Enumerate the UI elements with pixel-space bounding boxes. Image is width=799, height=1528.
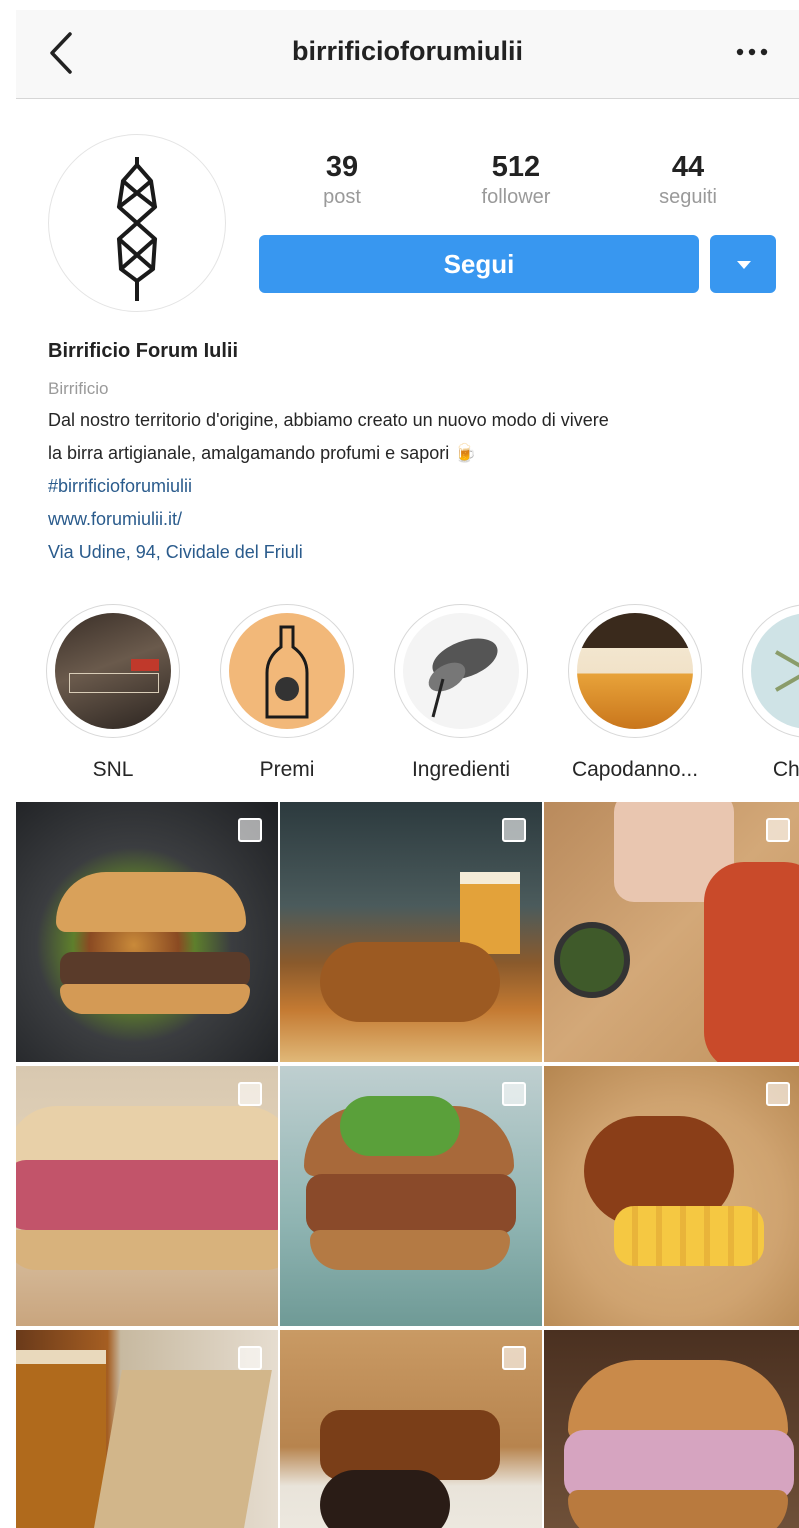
highlight-label: Capodanno... bbox=[571, 758, 699, 781]
followers-count[interactable]: 512 follower bbox=[446, 150, 586, 210]
highlight-premi[interactable]: Premi bbox=[212, 604, 362, 782]
posts-count-label: post bbox=[323, 186, 361, 208]
followers-count-label: follower bbox=[481, 186, 551, 208]
multiple-photos-icon bbox=[502, 1082, 528, 1108]
post-thumbnail[interactable] bbox=[544, 802, 799, 1062]
more-options-icon[interactable] bbox=[732, 32, 772, 72]
highlight-cover-ingredienti bbox=[403, 613, 519, 729]
post-thumbnail[interactable] bbox=[280, 1330, 542, 1528]
highlight-cover-christmas bbox=[751, 613, 799, 729]
profile-category: Birrificio bbox=[48, 379, 109, 398]
follow-button[interactable]: Segui bbox=[259, 235, 699, 293]
wheat-logo-icon bbox=[117, 157, 157, 301]
multiple-photos-icon bbox=[502, 818, 528, 844]
post-thumbnail[interactable] bbox=[544, 1330, 799, 1528]
post-thumbnail[interactable] bbox=[16, 1066, 278, 1326]
post-thumbnail[interactable] bbox=[16, 802, 278, 1062]
following-count[interactable]: 44 seguiti bbox=[618, 150, 758, 210]
bio-address-link[interactable]: Via Udine, 94, Cividale del Friuli bbox=[48, 536, 788, 569]
profile-screen: birrificioforumiulii 39 post 512 followe… bbox=[16, 10, 799, 1528]
followers-count-value: 512 bbox=[491, 151, 541, 183]
snowflake-icon bbox=[775, 650, 799, 692]
post-thumbnail[interactable] bbox=[544, 1066, 799, 1326]
highlight-capodanno[interactable]: Capodanno... bbox=[560, 604, 710, 782]
highlight-label: SNL bbox=[92, 758, 134, 781]
highlight-label: Premi bbox=[259, 758, 315, 781]
highlight-snl[interactable]: SNL bbox=[38, 604, 188, 782]
highlight-cover-snl bbox=[55, 613, 171, 729]
multiple-photos-icon bbox=[238, 1082, 264, 1108]
suggested-accounts-dropdown-button[interactable] bbox=[710, 235, 776, 293]
post-thumbnail[interactable] bbox=[16, 1330, 278, 1528]
multiple-photos-icon bbox=[766, 1082, 792, 1108]
bio-description-line-1: Dal nostro territorio d'origine, abbiamo… bbox=[48, 410, 609, 430]
multiple-photos-icon bbox=[238, 818, 264, 844]
highlight-cover-ring bbox=[568, 604, 702, 738]
hops-illustration-icon bbox=[428, 638, 498, 718]
profile-bio: Birrificio Forum Iulii Birrificio Dal no… bbox=[48, 336, 788, 569]
post-thumbnail[interactable] bbox=[280, 1066, 542, 1326]
posts-count-value: 39 bbox=[325, 151, 359, 183]
bio-hashtag-link[interactable]: #birrificioforumiulii bbox=[48, 470, 788, 503]
highlight-label: Christm bbox=[772, 758, 799, 781]
highlight-label: Ingredienti bbox=[411, 758, 511, 781]
profile-avatar[interactable] bbox=[48, 134, 226, 312]
profile-display-name: Birrificio Forum Iulii bbox=[48, 340, 239, 362]
multiple-photos-icon bbox=[766, 818, 792, 844]
highlight-ingredienti[interactable]: Ingredienti bbox=[386, 604, 536, 782]
highlight-cover-ring bbox=[394, 604, 528, 738]
bio-website-link[interactable]: www.forumiulii.it/ bbox=[48, 503, 788, 536]
profile-username-title: birrificioforumiulii bbox=[291, 36, 523, 66]
top-navigation-bar: birrificioforumiulii bbox=[16, 10, 799, 99]
highlight-cover-ring bbox=[220, 604, 354, 738]
bio-description-line-2: la birra artigianale, amalgamando profum… bbox=[48, 443, 477, 463]
highlight-cover-premi bbox=[229, 613, 345, 729]
following-count-label: seguiti bbox=[659, 186, 717, 208]
beer-bottle-icon bbox=[265, 625, 309, 719]
post-thumbnail[interactable] bbox=[280, 802, 542, 1062]
following-count-value: 44 bbox=[671, 151, 705, 183]
multiple-photos-icon bbox=[502, 1346, 528, 1372]
posts-count[interactable]: 39 post bbox=[272, 150, 412, 210]
highlight-cover-capodanno bbox=[577, 613, 693, 729]
highlight-cover-ring bbox=[742, 604, 799, 738]
highlight-christmas[interactable]: Christm bbox=[734, 604, 799, 782]
highlight-cover-ring bbox=[46, 604, 180, 738]
multiple-photos-icon bbox=[238, 1346, 264, 1372]
